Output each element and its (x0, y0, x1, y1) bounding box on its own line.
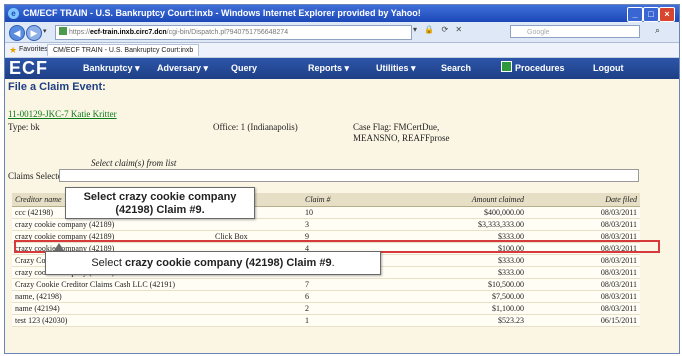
claim-number: 2 (302, 302, 412, 315)
stop-icon[interactable]: ✕ (455, 25, 462, 34)
url-input[interactable]: https://ecf-train.inxb.circ7.dcn/cgi-bin… (55, 25, 412, 40)
table-row[interactable]: Crazy Cookie Creditor Claims Cash LLC (4… (12, 278, 640, 291)
amount-claimed: $400,000.00 (412, 206, 527, 219)
browser-tab[interactable]: CM/ECF TRAIN - U.S. Bankruptcy Court:inx… (47, 44, 200, 56)
header-claim-number: Claim # (302, 193, 412, 207)
history-dropdown-icon[interactable]: ▾ (43, 27, 47, 35)
address-bar: ◀ ▶ ▾ https://ecf-train.inxb.circ7.dcn/c… (5, 22, 679, 43)
claim-number: 10 (302, 206, 412, 219)
amount-claimed: $1,100.00 (412, 302, 527, 315)
secure-page-icon (59, 27, 67, 35)
row-extra (212, 314, 302, 327)
menu-utilities[interactable]: Utilities ▾ (376, 58, 416, 79)
row-extra (212, 218, 302, 231)
amount-claimed: $333.00 (412, 254, 527, 267)
claim-number: 3 (302, 218, 412, 231)
amount-claimed: $333.00 (412, 266, 527, 279)
favorites-bar: ★ Favorites CM/ECF TRAIN - U.S. Bankrupt… (5, 43, 679, 58)
ecf-logo: ECF (9, 58, 48, 78)
forward-button[interactable]: ▶ (26, 25, 42, 41)
creditor-name: Crazy Cookie Creditor Claims Cash LLC (4… (12, 278, 212, 291)
window-title: CM/ECF TRAIN - U.S. Bankruptcy Court:inx… (23, 8, 421, 18)
row-extra (212, 278, 302, 291)
menu-reports[interactable]: Reports ▾ (308, 58, 349, 79)
creditor-name: crazy cookie company (42189) (12, 218, 212, 231)
creditor-name: test 123 (42030) (12, 314, 212, 327)
minimize-button[interactable]: _ (627, 7, 643, 22)
menu-bankruptcy[interactable]: Bankruptcy ▾ (83, 58, 140, 79)
date-filed: 08/03/2011 (527, 254, 640, 267)
favorites-label[interactable]: Favorites (19, 43, 48, 57)
lock-icon[interactable]: 🔒 (424, 25, 434, 34)
ecf-menu-bar: ECF Bankruptcy ▾ Adversary ▾ Query Repor… (5, 58, 679, 79)
claims-selected-field[interactable] (59, 169, 639, 182)
ie-logo-icon: e (8, 8, 19, 19)
date-filed: 08/03/2011 (527, 218, 640, 231)
dropdown-arrow-icon[interactable]: ▾ (413, 25, 417, 34)
amount-claimed: $523.23 (412, 314, 527, 327)
select-claims-label: Select claim(s) from list (91, 158, 177, 168)
table-row[interactable]: name, (42198) 6 $7,500.00 08/03/2011 (12, 290, 640, 303)
case-office: Office: 1 (Indianapolis) (213, 122, 298, 132)
search-input[interactable]: Google (510, 25, 640, 38)
favorites-star-icon[interactable]: ★ (9, 43, 17, 57)
date-filed: 08/03/2011 (527, 266, 640, 279)
row-extra (212, 302, 302, 315)
search-icon[interactable]: ⌕ (655, 25, 660, 36)
table-row[interactable]: name (42194) 2 $1,100.00 08/03/2011 (12, 302, 640, 315)
row-extra (212, 290, 302, 303)
address-tools: ▾ 🔒 ⟳ ✕ (413, 25, 467, 34)
claim-number: 1 (302, 314, 412, 327)
menu-logout[interactable]: Logout (593, 58, 624, 79)
case-flag-line-1: Case Flag: FMCertDue, (353, 122, 440, 132)
refresh-icon[interactable]: ⟳ (441, 25, 448, 34)
case-flags: Case Flag: FMCertDue, MEANSNO, REAFFpros… (353, 122, 450, 144)
date-filed: 08/03/2011 (527, 290, 640, 303)
date-filed: 08/03/2011 (527, 278, 640, 291)
close-button[interactable]: × (659, 7, 675, 22)
page-title: File a Claim Event: (8, 81, 106, 93)
table-row[interactable]: crazy cookie company (42189) 3 $3,333,33… (12, 218, 640, 231)
menu-procedures[interactable]: Procedures (501, 58, 565, 79)
maximize-button[interactable]: □ (643, 7, 659, 22)
amount-claimed: $3,333,333.00 (412, 218, 527, 231)
case-flag-line-2: MEANSNO, REAFFprose (353, 133, 450, 143)
claim-number: 6 (302, 290, 412, 303)
case-type: Type: bk (8, 122, 40, 132)
amount-claimed: $7,500.00 (412, 290, 527, 303)
claim-number: 7 (302, 278, 412, 291)
menu-query[interactable]: Query (231, 58, 257, 79)
header-amount: Amount claimed (412, 193, 527, 207)
back-button[interactable]: ◀ (9, 25, 25, 41)
creditor-name: name (42194) (12, 302, 212, 315)
instruction-callout-bottom: Select crazy cookie company (42198) Clai… (45, 251, 381, 275)
browser-window: e CM/ECF TRAIN - U.S. Bankruptcy Court:i… (4, 4, 680, 354)
date-filed: 06/15/2011 (527, 314, 640, 327)
case-number-link[interactable]: 11-00129-JKC-7 Katie Kritter (8, 109, 117, 119)
title-bar: e CM/ECF TRAIN - U.S. Bankruptcy Court:i… (5, 5, 679, 22)
header-date: Date filed (527, 193, 640, 207)
menu-search[interactable]: Search (441, 58, 471, 79)
table-row[interactable]: test 123 (42030) 1 $523.23 06/15/2011 (12, 314, 640, 327)
instruction-callout-top: Select crazy cookie company (42198) Clai… (65, 187, 255, 219)
creditor-name: name, (42198) (12, 290, 212, 303)
date-filed: 08/03/2011 (527, 206, 640, 219)
date-filed: 08/03/2011 (527, 302, 640, 315)
amount-claimed: $10,500.00 (412, 278, 527, 291)
procedures-icon (501, 61, 512, 72)
menu-adversary[interactable]: Adversary ▾ (157, 58, 208, 79)
